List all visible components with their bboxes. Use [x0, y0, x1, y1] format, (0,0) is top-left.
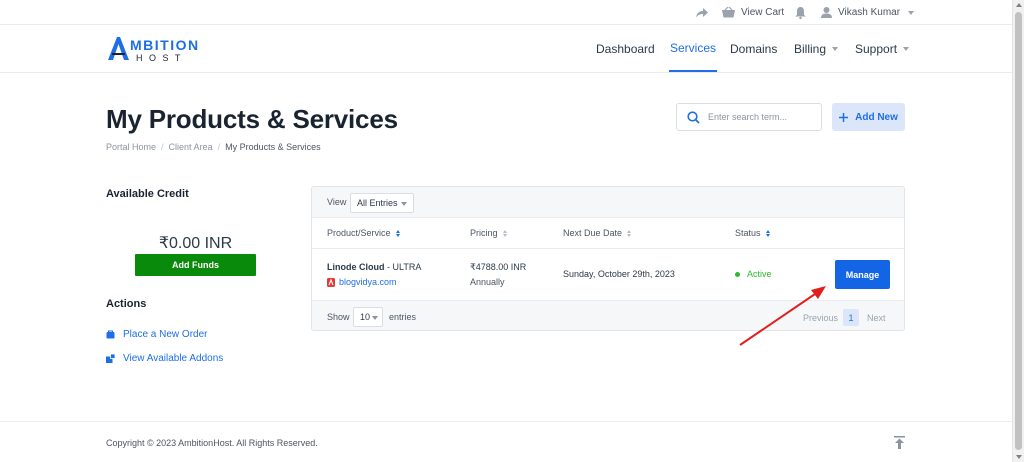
available-credit-heading: Available Credit [106, 188, 189, 200]
chevron-down-icon [372, 316, 378, 320]
product-name: Linode Cloud [327, 262, 385, 272]
ambitionhost-logo[interactable]: MBITION H O S T [106, 34, 216, 64]
pagination-previous[interactable]: Previous [803, 309, 838, 326]
pagination-next[interactable]: Next [867, 309, 886, 326]
domain-badge-icon [327, 277, 335, 287]
column-header-label: Status [735, 228, 761, 238]
view-filter-select[interactable]: All Entries [350, 193, 414, 213]
services-table-panel: View All Entries Product/Service Pricing… [311, 186, 905, 331]
entries-label: entries [389, 312, 417, 322]
vertical-scrollbar[interactable] [1012, 0, 1024, 462]
column-header-status[interactable]: Status [735, 228, 770, 238]
column-header-label: Product/Service [327, 228, 391, 238]
sort-icon [627, 229, 632, 237]
add-funds-button[interactable]: Add Funds [135, 254, 256, 276]
credit-amount: ₹0.00 INR [158, 235, 233, 252]
basket-icon [722, 7, 735, 18]
cart-icon [106, 330, 115, 339]
scroll-up-icon[interactable] [1016, 3, 1022, 7]
show-label: Show [327, 312, 350, 322]
view-addons-label: View Available Addons [123, 353, 224, 364]
view-addons-link[interactable]: View Available Addons [106, 353, 223, 364]
breadcrumb: Portal Home / Client Area / My Products … [106, 142, 321, 152]
scrollbar-thumb[interactable] [1015, 12, 1022, 450]
nav-support-label: Support [855, 41, 898, 56]
add-new-label: Add New [855, 111, 898, 123]
nav-domains[interactable]: Domains [730, 25, 777, 72]
nav-dashboard-label: Dashboard [596, 41, 655, 56]
product-name-cell: Linode Cloud - ULTRA [327, 262, 421, 272]
addons-icon [106, 354, 115, 363]
breadcrumb-current: My Products & Services [225, 142, 321, 152]
user-icon [821, 7, 832, 18]
chevron-down-icon [908, 10, 915, 15]
view-filter-label: View [327, 197, 347, 207]
nav-billing[interactable]: Billing [794, 25, 839, 72]
status-label: Active [747, 269, 772, 279]
search-icon [687, 110, 700, 124]
nav-dashboard[interactable]: Dashboard [596, 25, 655, 72]
column-header-product[interactable]: Product/Service [327, 228, 400, 238]
status-badge: Active [735, 269, 772, 279]
view-cart-label: View Cart [741, 7, 785, 18]
add-new-button[interactable]: Add New [832, 103, 905, 131]
page-footer: Copyright © 2023 AmbitionHost. All Right… [0, 421, 1012, 462]
product-plan: - ULTRA [387, 262, 422, 272]
top-utility-bar: View Cart Vikash Kumar [0, 0, 1012, 25]
table-header-row: Product/Service Pricing Next Due Date St… [312, 218, 904, 249]
billing-cycle: Annually [470, 277, 505, 287]
breadcrumb-separator: / [217, 142, 221, 152]
notifications-bell-icon[interactable] [795, 0, 806, 25]
place-new-order-label: Place a New Order [123, 329, 208, 340]
manage-button[interactable]: Manage [835, 260, 890, 289]
page-size-value: 10 [360, 312, 371, 322]
copyright-text: Copyright © 2023 AmbitionHost. All Right… [106, 438, 318, 448]
nav-support[interactable]: Support [855, 25, 910, 72]
search-field[interactable] [676, 103, 822, 131]
sort-icon [395, 229, 400, 237]
chevron-down-icon [903, 46, 910, 51]
table-toolbar: View All Entries [312, 187, 904, 218]
logo-text-primary: MBITION [130, 37, 200, 53]
nav-services-label: Services [670, 40, 717, 55]
page-size-select[interactable]: 10 [353, 307, 383, 327]
table-footer: Show 10 entries Previous 1 Next [312, 301, 904, 330]
sort-icon [502, 229, 507, 237]
chevron-down-icon [832, 46, 839, 51]
product-domain-link[interactable]: blogvidya.com [327, 277, 397, 287]
user-name: Vikash Kumar [838, 7, 901, 18]
actions-heading: Actions [106, 298, 147, 310]
pagination-page-1[interactable]: 1 [843, 309, 859, 326]
place-new-order-link[interactable]: Place a New Order [106, 329, 207, 340]
logo-text-secondary: H O S T [136, 53, 182, 63]
view-filter-value: All Entries [357, 198, 398, 208]
plus-icon [839, 112, 849, 122]
nav-billing-label: Billing [794, 41, 827, 56]
table-row[interactable]: Linode Cloud - ULTRA blogvidya.com ₹4788… [312, 249, 904, 301]
status-dot-icon [735, 271, 740, 277]
breadcrumb-separator: / [161, 142, 164, 152]
nav-domains-label: Domains [730, 41, 778, 56]
column-header-label: Pricing [470, 228, 498, 238]
sort-icon [765, 229, 770, 237]
product-domain: blogvidya.com [339, 277, 397, 287]
nav-services[interactable]: Services [669, 25, 718, 72]
share-icon[interactable] [696, 0, 708, 25]
search-input[interactable] [708, 112, 808, 122]
breadcrumb-client-area[interactable]: Client Area [169, 142, 213, 152]
price-amount: ₹4788.00 INR [470, 262, 527, 272]
back-to-top-icon[interactable] [894, 436, 905, 452]
column-header-next-due[interactable]: Next Due Date [563, 228, 632, 238]
column-header-pricing[interactable]: Pricing [470, 228, 507, 238]
view-cart-link[interactable]: View Cart [722, 0, 784, 25]
scroll-down-icon[interactable] [1016, 455, 1022, 459]
next-due-date: Sunday, October 29th, 2023 [563, 269, 675, 279]
breadcrumb-portal-home[interactable]: Portal Home [106, 142, 156, 152]
chevron-down-icon [401, 202, 407, 206]
page-title: My Products & Services [106, 104, 398, 134]
user-menu[interactable]: Vikash Kumar [821, 0, 915, 25]
main-header: MBITION H O S T Dashboard Services Domai… [0, 25, 1012, 73]
column-header-label: Next Due Date [563, 228, 623, 238]
